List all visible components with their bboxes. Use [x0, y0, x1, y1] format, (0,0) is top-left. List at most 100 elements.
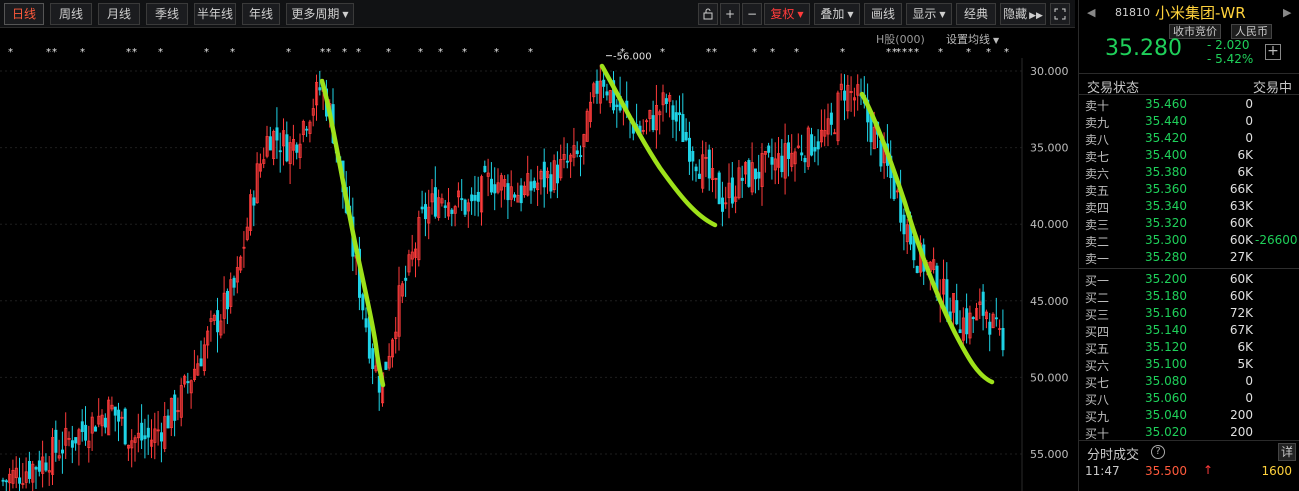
candle-body [470, 194, 474, 202]
candle-body [74, 437, 78, 444]
ask-volume: 0 [1245, 97, 1253, 111]
candle-body [757, 171, 761, 179]
next-stock-icon[interactable]: ▶ [1283, 6, 1291, 19]
ask-row[interactable]: 卖二 35.300 60K -26600 [1079, 232, 1299, 249]
bid-row[interactable]: 买四 35.140 67K [1079, 322, 1299, 339]
ask-volume: 27K [1229, 250, 1253, 264]
bid-row[interactable]: 买九 35.040 200 [1079, 407, 1299, 424]
fullscreen-button[interactable] [1050, 3, 1070, 25]
restore-right-dropdown[interactable]: 复权 ▼ [764, 3, 810, 25]
bid-level-label: 买二 [1085, 291, 1110, 305]
zoom-out-button[interactable]: − [742, 3, 762, 25]
ask-row[interactable]: 卖十 35.460 0 [1079, 96, 1299, 113]
ask-level-label: 卖十 [1085, 99, 1110, 113]
bid-row[interactable]: 买十 35.020 200 [1079, 424, 1299, 441]
display-label: 显示 [912, 7, 937, 21]
bid-row[interactable]: 买一 35.200 60K [1079, 271, 1299, 288]
ask-row[interactable]: 卖九 35.440 0 [1079, 113, 1299, 130]
period-tab-halfyear[interactable]: 半年线 [194, 3, 236, 25]
hide-button[interactable]: 隐藏 ▶▶ [1000, 3, 1046, 25]
more-periods-dropdown[interactable]: 更多周期 ▼ [286, 3, 354, 25]
candle-body [4, 480, 8, 483]
period-tab-quarter[interactable]: 季线 [146, 3, 188, 25]
bid-row[interactable]: 买三 35.160 72K [1079, 305, 1299, 322]
period-tab-week[interactable]: 周线 [50, 3, 92, 25]
event-marker-icon: * [204, 47, 209, 58]
up-arrow-icon: ↑ [1203, 463, 1214, 477]
bid-volume: 72K [1229, 306, 1253, 320]
candle-body [295, 144, 299, 153]
candle-body [232, 277, 236, 288]
trend-annotation-stroke [599, 63, 718, 228]
ask-list: 卖十 35.460 0 卖九 35.440 0 卖八 35.420 0 卖七 35.400 6K 卖六 3… [1079, 96, 1299, 266]
ask-volume: 66K [1229, 182, 1253, 196]
bid-row[interactable]: 买五 35.120 6K [1079, 339, 1299, 356]
classic-button[interactable]: 经典 [956, 3, 996, 25]
ask-level-label: 卖八 [1085, 133, 1110, 147]
chevron-down-icon: ▼ [342, 9, 349, 19]
bid-volume: 0 [1245, 391, 1253, 405]
info-icon[interactable]: ? [1151, 445, 1165, 459]
candle-body [800, 152, 804, 156]
ma-setting-dropdown[interactable]: 设置均线 ▼ [946, 31, 999, 47]
ask-row[interactable]: 卖七 35.400 6K [1079, 147, 1299, 164]
candle-body [140, 422, 144, 441]
candle-body [579, 155, 583, 157]
candle-body [519, 185, 523, 204]
ask-row[interactable]: 卖一 35.280 27K [1079, 249, 1299, 266]
bid-volume: 5K [1237, 357, 1253, 371]
event-marker-icon: * [8, 47, 13, 58]
ask-row[interactable]: 卖八 35.420 0 [1079, 130, 1299, 147]
lock-button[interactable] [698, 3, 718, 25]
kline-chart[interactable]: * * * * * * * * * * * * * * * * * * * * * * * * * * * * * * * * * * * * * * 55… [0, 28, 1075, 491]
ask-row[interactable]: 卖六 35.380 6K [1079, 164, 1299, 181]
kline-svg[interactable]: * * * * * * * * * * * * * * * * * * * * * * * * * * * * * * * * * * * * * *55… [0, 28, 1075, 491]
bid-level-label: 买一 [1085, 274, 1110, 288]
bid-row[interactable]: 买六 35.100 5K [1079, 356, 1299, 373]
bid-volume: 60K [1229, 289, 1253, 303]
bid-row[interactable]: 买八 35.060 0 [1079, 390, 1299, 407]
event-marker-icon: * [966, 47, 971, 58]
candle-body [879, 139, 883, 167]
candle-body [463, 199, 467, 215]
period-tab-month[interactable]: 月线 [98, 3, 140, 25]
candle-body [460, 198, 464, 201]
detail-button[interactable]: 详 [1278, 443, 1296, 461]
candle-body [754, 168, 758, 180]
period-tab-day[interactable]: 日线 [4, 3, 44, 25]
candle-body [958, 329, 962, 334]
candle-body [1001, 327, 1005, 351]
stock-code: 81810 [1115, 6, 1150, 19]
bid-volume: 67K [1229, 323, 1253, 337]
candle-body [37, 460, 41, 472]
add-watchlist-icon[interactable]: + [1265, 44, 1281, 60]
prev-stock-icon[interactable]: ◀ [1087, 6, 1095, 19]
quote-header: ◀ 81810 小米集团-WR ▶ 收市竞价 人民币 35.280 - 2.02… [1079, 0, 1299, 73]
zoom-in-button[interactable]: + [720, 3, 740, 25]
price-change: - 2.020 - 5.42% [1207, 38, 1253, 66]
event-marker-icon: * [938, 47, 943, 58]
ask-row[interactable]: 卖三 35.320 60K [1079, 215, 1299, 232]
event-marker-icon: * [712, 47, 717, 58]
bid-volume: 200 [1230, 408, 1253, 422]
candle-body [816, 141, 820, 150]
bid-price: 35.080 [1145, 374, 1187, 388]
candle-body [433, 187, 437, 217]
candle-body [602, 79, 606, 87]
candle-body [813, 147, 817, 152]
period-tab-year[interactable]: 年线 [242, 3, 280, 25]
candle-body [681, 114, 685, 142]
ask-row[interactable]: 卖四 35.340 63K [1079, 198, 1299, 215]
event-marker-icon: * [770, 47, 775, 58]
event-marker-icon: * [158, 47, 163, 58]
candle-body [489, 178, 493, 193]
bid-row[interactable]: 买二 35.180 60K [1079, 288, 1299, 305]
ask-row[interactable]: 卖五 35.360 66K [1079, 181, 1299, 198]
bid-level-label: 买四 [1085, 325, 1110, 339]
bid-level-label: 买九 [1085, 410, 1110, 424]
display-dropdown[interactable]: 显示 ▼ [906, 3, 952, 25]
bid-row[interactable]: 买七 35.080 0 [1079, 373, 1299, 390]
bid-level-label: 买八 [1085, 393, 1110, 407]
overlay-dropdown[interactable]: 叠加 ▼ [814, 3, 860, 25]
draw-line-button[interactable]: 画线 [864, 3, 902, 25]
